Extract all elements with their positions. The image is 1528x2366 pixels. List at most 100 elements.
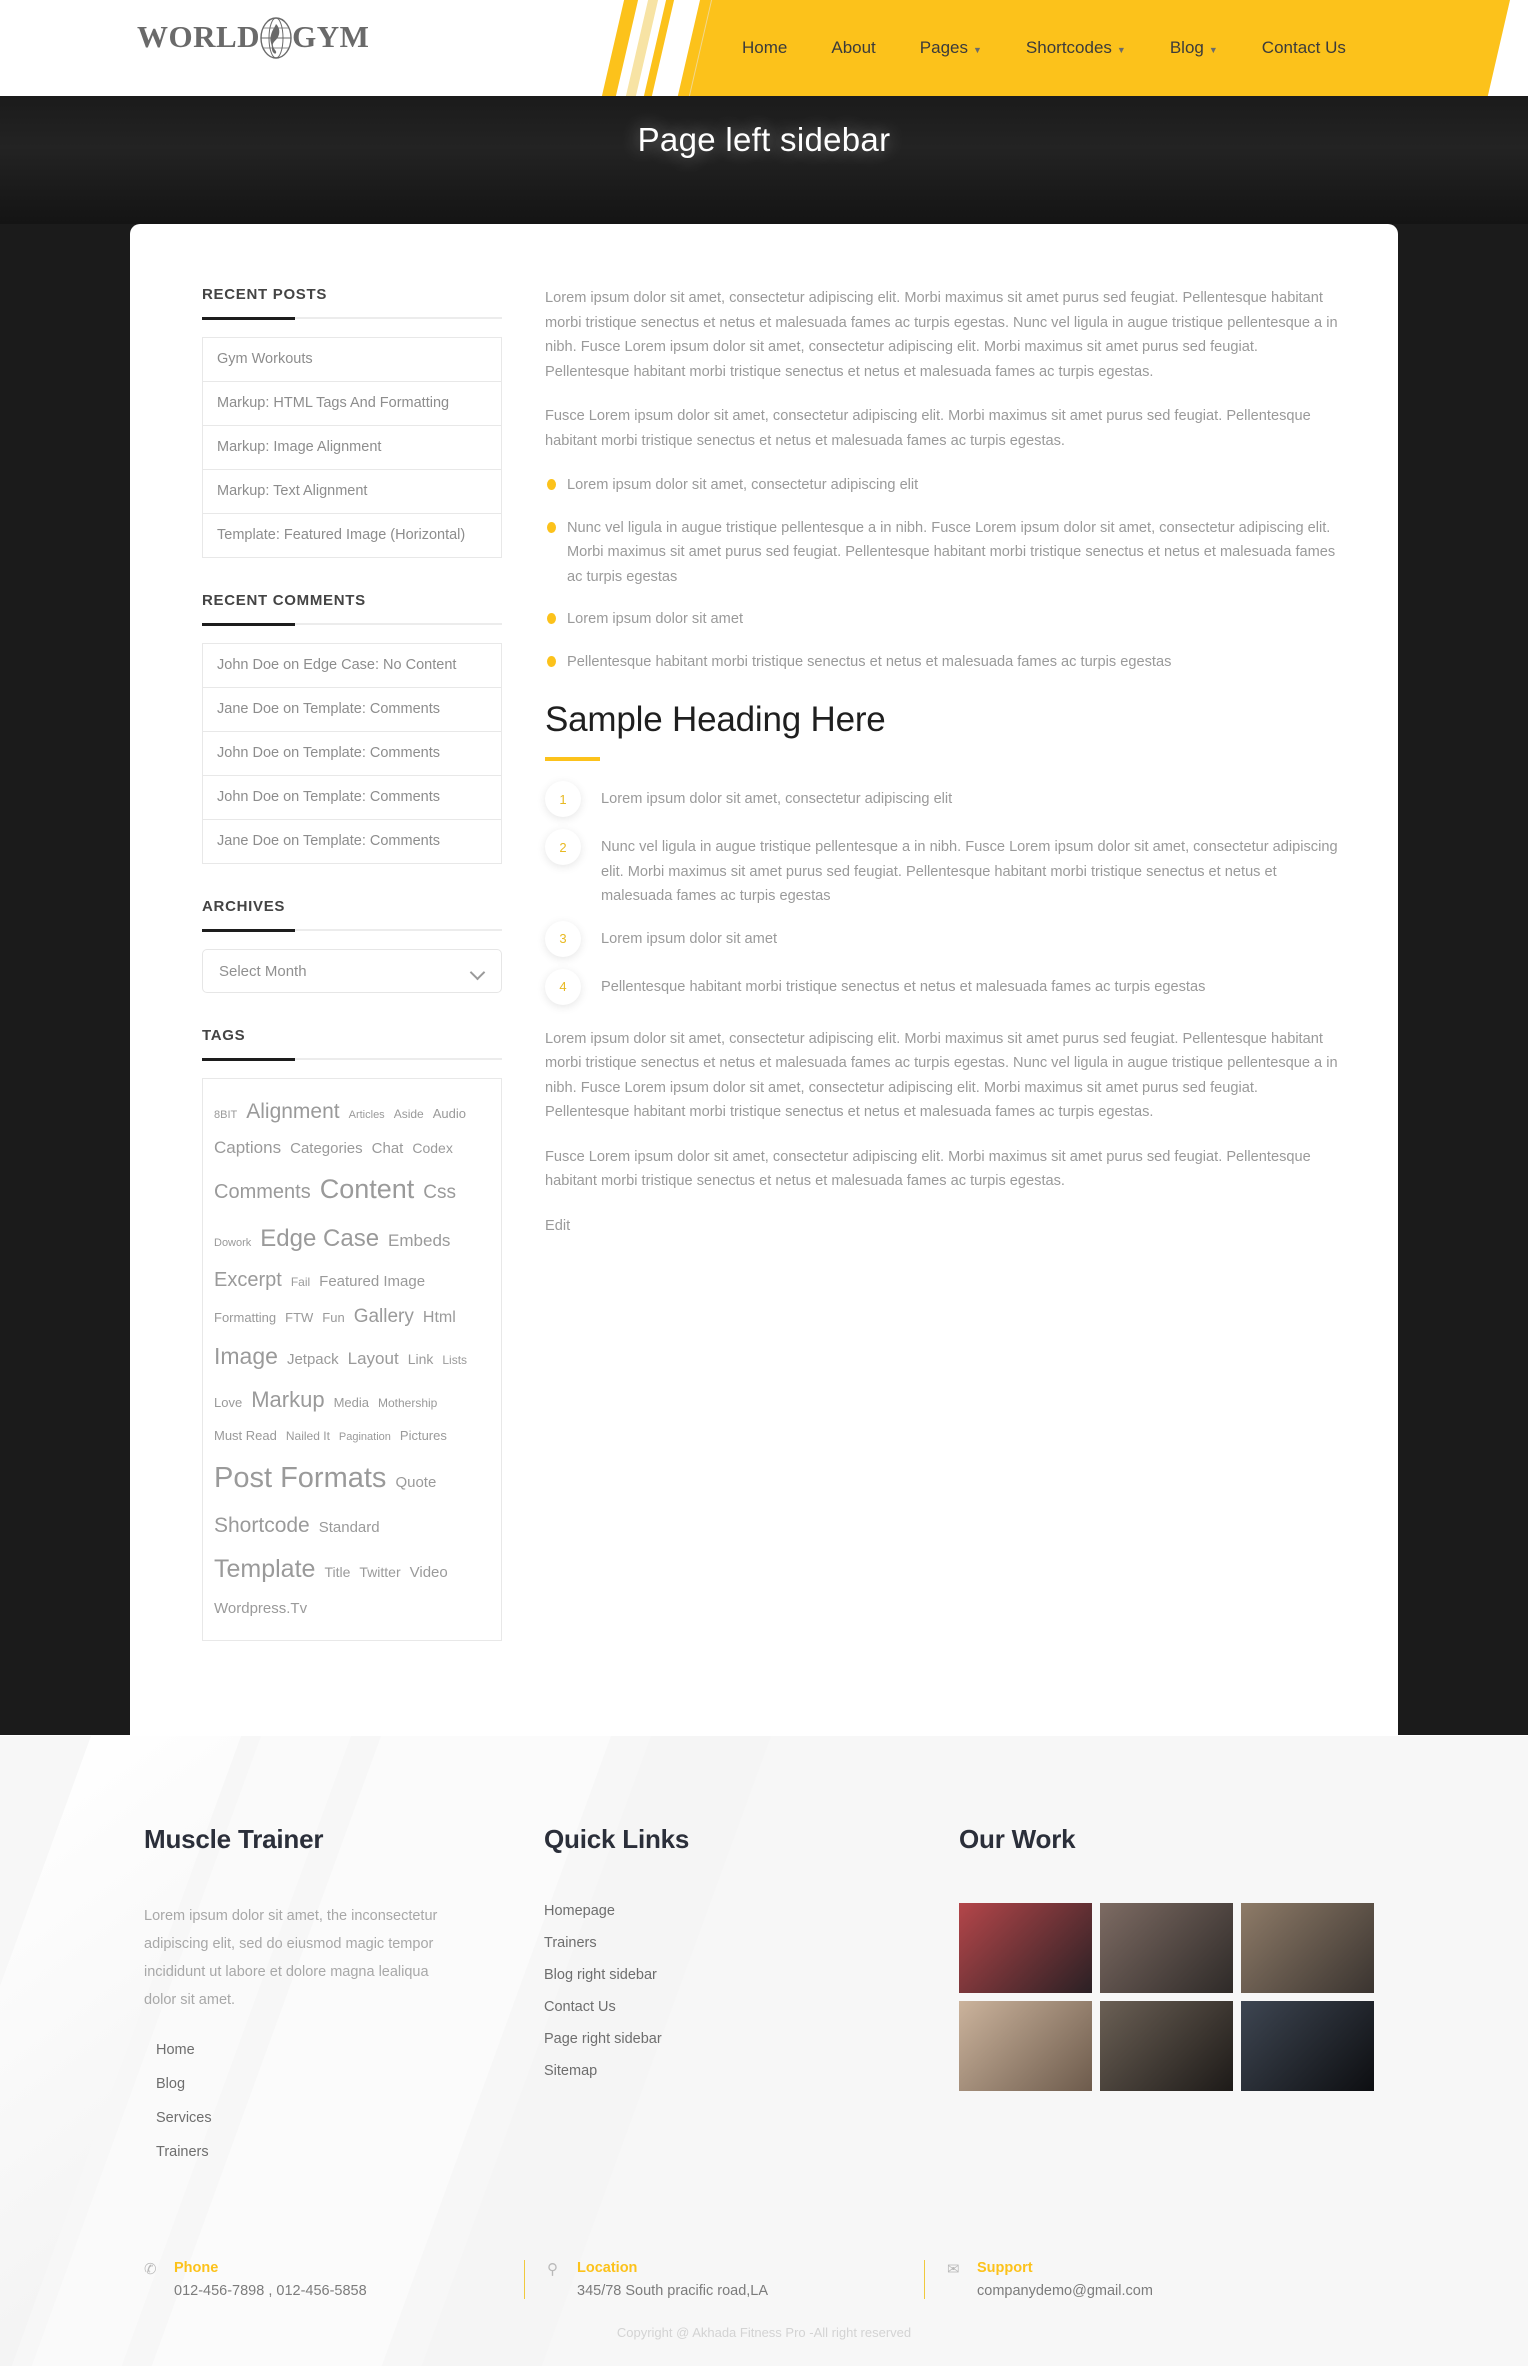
tag-link[interactable]: 8BIT	[214, 1105, 237, 1126]
widget-title-tags: TAGS	[202, 1027, 246, 1045]
tag-link[interactable]: Twitter	[359, 1559, 400, 1586]
tag-link[interactable]: Excerpt	[214, 1261, 282, 1299]
list-item[interactable]: Jane Doe on Template: Comments	[203, 820, 501, 865]
tag-link[interactable]: Standard	[319, 1514, 380, 1543]
tag-link[interactable]: Pagination	[339, 1427, 391, 1448]
nav-item-blog[interactable]: Blog ▼	[1148, 38, 1240, 58]
gallery-thumb-step-aerobics-class[interactable]	[959, 2001, 1092, 2092]
list-item[interactable]: John Doe on Edge Case: No Content	[203, 644, 501, 689]
list-item[interactable]: Markup: Image Alignment	[203, 426, 501, 471]
logo-text-right: GYM	[292, 18, 370, 54]
gallery-thumb-trainer-with-client[interactable]	[1241, 1903, 1374, 1994]
contact-value: 345/78 South pracific road,LA	[577, 2283, 769, 2300]
recent-posts-list: Gym Workouts Markup: HTML Tags And Forma…	[202, 337, 502, 559]
gallery-thumb-dumbbell-press-dark[interactable]	[1241, 2001, 1374, 2092]
nav-item-pages[interactable]: Pages ▼	[898, 38, 1004, 58]
tag-link[interactable]: Template	[214, 1546, 315, 1594]
nav-item-contact-us[interactable]: Contact Us	[1240, 38, 1368, 58]
tag-link[interactable]: Articles	[349, 1105, 385, 1126]
numbered-item: 3 Lorem ipsum dolor sit amet	[545, 920, 1338, 957]
gallery-thumb-gym-cable-machine-women[interactable]	[959, 1903, 1092, 1994]
tag-link[interactable]: Dowork	[214, 1233, 251, 1254]
nav-item-home[interactable]: Home	[720, 38, 809, 58]
chevron-down-icon: ▼	[1116, 45, 1126, 55]
footer-link-trainers[interactable]: Trainers	[156, 2144, 544, 2160]
tag-link[interactable]: Image	[214, 1335, 278, 1379]
list-item[interactable]: John Doe on Template: Comments	[203, 732, 501, 777]
tag-link[interactable]: Jetpack	[287, 1346, 339, 1375]
tag-link[interactable]: Video	[410, 1559, 448, 1588]
site-logo[interactable]: WORLD GYM	[137, 14, 370, 59]
footer-about-links: Home Blog Services Trainers	[144, 2042, 544, 2160]
tag-link[interactable]: Media	[334, 1391, 369, 1416]
tag-link[interactable]: Content	[320, 1164, 415, 1215]
tag-link[interactable]: Title	[324, 1559, 350, 1586]
footer-link-homepage[interactable]: Homepage	[544, 1903, 959, 1919]
footer-link-blog-right-sidebar[interactable]: Blog right sidebar	[544, 1967, 959, 1983]
tag-link[interactable]: Mothership	[378, 1392, 437, 1415]
tag-link[interactable]: Gallery	[354, 1299, 414, 1335]
step-text: Lorem ipsum dolor sit amet	[601, 930, 778, 947]
tag-link[interactable]: Featured Image	[319, 1268, 425, 1297]
archives-select[interactable]: Select Month	[202, 949, 502, 994]
tag-link[interactable]: Embeds	[388, 1225, 450, 1257]
tag-link[interactable]: Edge Case	[260, 1216, 379, 1262]
edit-link[interactable]: Edit	[545, 1218, 570, 1234]
footer-about-column: Muscle Trainer Lorem ipsum dolor sit ame…	[124, 1824, 544, 2178]
nav-item-about[interactable]: About	[809, 38, 897, 58]
tag-link[interactable]: Formatting	[214, 1306, 276, 1331]
tag-link[interactable]: Wordpress.Tv	[214, 1595, 307, 1624]
tag-link[interactable]: Nailed It	[286, 1425, 330, 1448]
nav-label: Blog	[1169, 38, 1204, 57]
list-item[interactable]: Template: Featured Image (Horizontal)	[203, 514, 501, 559]
tag-link[interactable]: Html	[423, 1303, 456, 1333]
tag-link[interactable]: Codex	[412, 1135, 452, 1162]
footer-link-services[interactable]: Services	[156, 2110, 544, 2126]
bullet-item: Nunc vel ligula in augue tristique pelle…	[545, 516, 1338, 590]
tag-link[interactable]: FTW	[285, 1306, 313, 1331]
footer-link-blog[interactable]: Blog	[156, 2076, 544, 2092]
nav-item-shortcodes[interactable]: Shortcodes ▼	[1004, 38, 1148, 58]
tag-link[interactable]: Fail	[291, 1271, 310, 1294]
tag-link[interactable]: Shortcode	[214, 1506, 310, 1546]
list-item[interactable]: Markup: HTML Tags And Formatting	[203, 382, 501, 427]
footer-link-home[interactable]: Home	[156, 2042, 544, 2058]
tag-link[interactable]: Alignment	[246, 1092, 339, 1132]
footer-link-trainers[interactable]: Trainers	[544, 1935, 959, 1951]
tag-link[interactable]: Lists	[442, 1349, 467, 1372]
gallery-thumb-bodybuilder-posing[interactable]	[1100, 2001, 1233, 2092]
tag-link[interactable]: Must Read	[214, 1424, 277, 1449]
tag-link[interactable]: Post Formats	[214, 1451, 386, 1506]
tag-link[interactable]: Fun	[322, 1306, 344, 1331]
site-footer: Muscle Trainer Lorem ipsum dolor sit ame…	[0, 1736, 1528, 2366]
tag-link[interactable]: Comments	[214, 1173, 311, 1211]
tag-link[interactable]: Love	[214, 1391, 242, 1416]
location-pin-icon: ⚲	[547, 2261, 558, 2279]
content-card: RECENT POSTS Gym Workouts Markup: HTML T…	[130, 224, 1398, 1736]
footer-link-page-right-sidebar[interactable]: Page right sidebar	[544, 2031, 959, 2047]
contact-value: companydemo@gmail.com	[977, 2283, 1153, 2300]
list-item[interactable]: Jane Doe on Template: Comments	[203, 688, 501, 733]
tag-link[interactable]: Audio	[433, 1102, 466, 1127]
nav-label: Pages	[919, 38, 968, 57]
tag-link[interactable]: Css	[423, 1175, 456, 1211]
step-number: 3	[545, 920, 581, 957]
footer-link-contact-us[interactable]: Contact Us	[544, 1999, 959, 2015]
gallery-thumb-back-workout-man[interactable]	[1100, 1903, 1233, 1994]
tag-link[interactable]: Quote	[395, 1469, 436, 1498]
widget-title-recent-comments: RECENT COMMENTS	[202, 592, 366, 610]
tag-link[interactable]: Chat	[372, 1135, 404, 1164]
tag-link[interactable]: Link	[408, 1346, 434, 1373]
tag-link[interactable]: Layout	[348, 1343, 399, 1375]
step-number: 1	[545, 781, 581, 818]
page-title-banner: Page left sidebar	[0, 96, 1528, 224]
list-item[interactable]: John Doe on Template: Comments	[203, 776, 501, 821]
list-item[interactable]: Markup: Text Alignment	[203, 470, 501, 515]
tag-link[interactable]: Captions	[214, 1132, 281, 1164]
tag-link[interactable]: Categories	[290, 1135, 363, 1164]
tag-link[interactable]: Pictures	[400, 1424, 447, 1449]
tag-link[interactable]: Markup	[251, 1379, 324, 1421]
footer-link-sitemap[interactable]: Sitemap	[544, 2063, 959, 2079]
tag-link[interactable]: Aside	[394, 1103, 424, 1126]
list-item[interactable]: Gym Workouts	[203, 338, 501, 383]
